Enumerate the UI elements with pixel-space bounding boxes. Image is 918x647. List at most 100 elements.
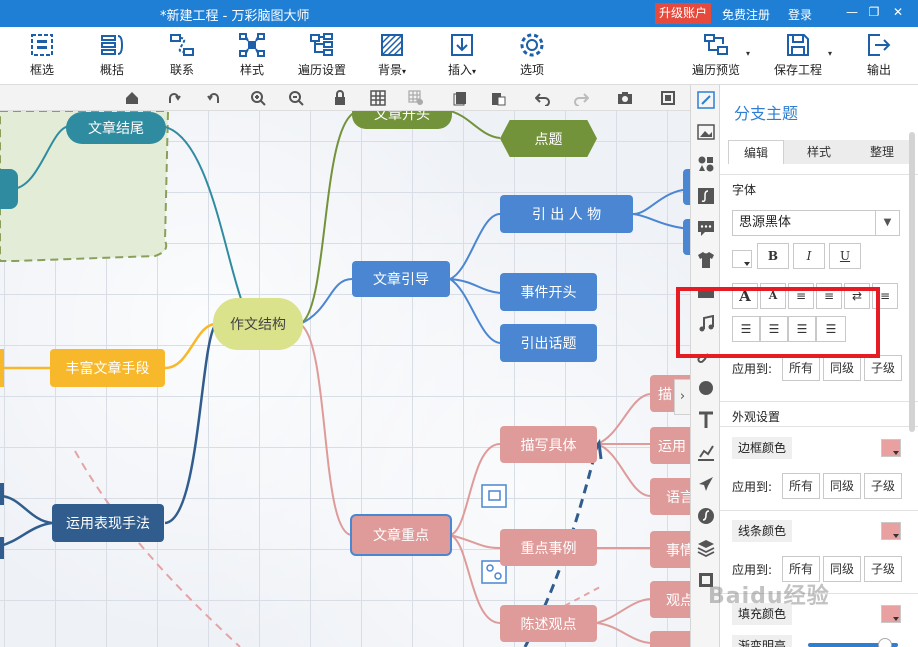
node-cut-5[interactable]: 观点 (650, 581, 690, 618)
line-apply-child-button[interactable]: 子级 (864, 556, 902, 582)
minimize-icon[interactable]: — (844, 4, 860, 20)
insert-button[interactable]: 插入▾ (432, 32, 492, 78)
divider (720, 510, 918, 511)
apply-to-label-2: 应用到: (732, 480, 773, 494)
border-apply-all-button[interactable]: 所有 (782, 473, 820, 499)
traverse-preview-button[interactable]: 遍历预览 (686, 32, 746, 78)
node-cut-6[interactable] (650, 631, 690, 647)
save-icon (787, 34, 809, 56)
gradient-slider-handle[interactable] (878, 638, 892, 647)
zoom-in-icon[interactable] (250, 90, 266, 106)
grid-settings-icon[interactable] (408, 90, 424, 106)
divider (720, 401, 918, 402)
frame-select-button[interactable]: 框选 (12, 32, 72, 78)
summary-handle-icon[interactable] (481, 484, 507, 508)
zoom-out-icon[interactable] (288, 90, 304, 106)
login-link[interactable]: 登录 (788, 6, 812, 23)
node-partial-1[interactable] (683, 169, 690, 205)
rotate-left-icon[interactable] (205, 90, 221, 106)
panel-collapse-toggle[interactable]: › (674, 379, 690, 415)
tab-style[interactable]: 样式 (791, 140, 847, 164)
bold-button[interactable]: B (757, 243, 789, 269)
background-button[interactable]: 背景▾ (362, 32, 422, 78)
node-partial-2[interactable] (683, 219, 690, 255)
border-apply-same-button[interactable]: 同级 (823, 473, 861, 499)
plane-icon[interactable] (697, 475, 715, 493)
copy-icon[interactable] (452, 90, 468, 106)
node-state-view[interactable]: 陈述观点 (500, 605, 597, 642)
node-key-example[interactable]: 重点事例 (500, 529, 597, 566)
apply-all-button[interactable]: 所有 (782, 355, 820, 381)
line-color-swatch[interactable] (881, 522, 901, 540)
register-link[interactable]: 免费注册 (722, 6, 770, 23)
node-partial-navy-2[interactable] (0, 537, 4, 559)
node-partial-yellow[interactable] (0, 349, 4, 387)
tab-edit[interactable]: 编辑 (728, 140, 784, 164)
border-apply-child-button[interactable]: 子级 (864, 473, 902, 499)
redo-icon[interactable] (573, 90, 589, 106)
traverse-settings-button[interactable]: 遍历设置 (292, 32, 352, 78)
font-color-swatch[interactable] (732, 250, 752, 268)
underline-button[interactable]: U (829, 243, 861, 269)
export-button[interactable]: 输出 (849, 32, 909, 78)
tab-arrange[interactable]: 整理 (854, 140, 910, 164)
topic-node-partial[interactable] (0, 169, 18, 209)
node-expression[interactable]: 运用表现手法 (52, 504, 164, 542)
formula-icon[interactable] (697, 187, 715, 205)
line-color-label: 线条颜色 (732, 520, 793, 542)
traverse-preview-dropdown[interactable]: ▾ (746, 49, 750, 58)
options-button[interactable]: 选项 (502, 32, 562, 78)
apply-same-button[interactable]: 同级 (823, 355, 861, 381)
paste-icon[interactable] (490, 90, 506, 106)
node-cut-2[interactable]: 运用 (650, 427, 690, 464)
central-topic[interactable]: 作文结构 (216, 301, 300, 347)
grid-icon[interactable] (370, 90, 386, 106)
home-icon[interactable] (124, 90, 140, 106)
mindmap-canvas[interactable]: 文章结尾 文章开头 点题 作文结构 文章引导 引 出 人 物 事件开头 引出话题… (0, 111, 690, 647)
node-cut-4[interactable]: 事情 (650, 531, 690, 568)
italic-button[interactable]: I (793, 243, 825, 269)
text-icon[interactable] (697, 411, 715, 429)
lock-icon[interactable] (332, 90, 348, 106)
node-article-start[interactable]: 文章开头 (352, 111, 452, 129)
rotate-right-icon[interactable] (167, 90, 183, 106)
shape-style-icon[interactable] (697, 379, 715, 397)
node-event-start[interactable]: 事件开头 (500, 273, 597, 311)
fullscreen-icon[interactable] (660, 90, 676, 106)
camera-icon[interactable] (617, 90, 633, 106)
restore-icon[interactable]: ❐ (866, 4, 882, 20)
save-project-button[interactable]: 保存工程 (768, 32, 828, 78)
font-family-select[interactable]: 思源黑体 ▼ (732, 210, 900, 236)
save-dropdown[interactable]: ▾ (828, 49, 832, 58)
node-key-point[interactable]: 文章重点 (352, 516, 450, 554)
close-icon[interactable]: ✕ (890, 4, 906, 20)
tshirt-icon[interactable] (697, 251, 715, 269)
traverse-settings-icon (310, 33, 333, 56)
background-icon (381, 34, 403, 56)
comment-icon[interactable] (697, 219, 715, 237)
undo-icon[interactable] (535, 90, 551, 106)
apply-child-button[interactable]: 子级 (864, 355, 902, 381)
style-button[interactable]: 样式 (222, 32, 282, 78)
flash-icon[interactable] (697, 507, 715, 525)
edit-icon[interactable] (697, 91, 715, 109)
node-intro-topic[interactable]: 引出话题 (500, 324, 597, 362)
node-describe[interactable]: 描写具体 (500, 426, 597, 463)
node-cut-3[interactable]: 语言 (650, 478, 690, 515)
border-color-swatch[interactable] (881, 439, 901, 457)
node-point-topic[interactable]: 点题 (500, 120, 597, 157)
node-intro-character[interactable]: 引 出 人 物 (500, 195, 633, 233)
node-intro[interactable]: 文章引导 (352, 261, 450, 297)
node-article-end[interactable]: 文章结尾 (66, 112, 166, 144)
image-icon[interactable] (697, 123, 715, 141)
layers-icon[interactable] (697, 539, 715, 557)
chart-icon[interactable] (697, 443, 715, 461)
panel-scrollbar[interactable] (909, 132, 915, 432)
summary-button[interactable]: 概括 (82, 32, 142, 78)
fill-color-swatch[interactable] (881, 605, 901, 623)
shapes-icon[interactable] (697, 155, 715, 173)
node-rich-means[interactable]: 丰富文章手段 (50, 349, 165, 387)
node-partial-navy-1[interactable] (0, 483, 4, 505)
relation-button[interactable]: 联系 (152, 32, 212, 78)
upgrade-account-button[interactable]: 升级账户 (655, 3, 712, 24)
